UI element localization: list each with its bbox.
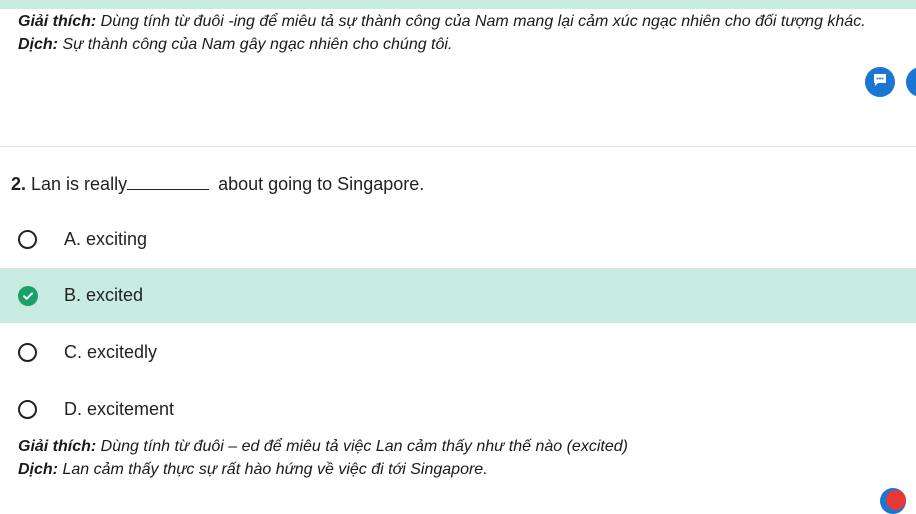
explanation-label: Giải thích: bbox=[18, 13, 97, 30]
chat-bubble-icon bbox=[872, 72, 888, 93]
option-label: B. excited bbox=[64, 285, 144, 305]
question-translation: Dịch: Lan cảm thấy thực sự rất hào hứng … bbox=[18, 461, 488, 479]
question-number: 2. bbox=[11, 174, 27, 194]
previous-explanation: Giải thích: Dùng tính từ đuôi -ing để mi… bbox=[18, 13, 866, 31]
translation-text: Lan cảm thấy thực sự rất hào hứng về việ… bbox=[58, 461, 488, 478]
explanation-text: Dùng tính từ đuôi – ed để miêu tả việc L… bbox=[96, 438, 628, 455]
side-action-button[interactable] bbox=[906, 67, 916, 97]
translation-label: Dịch: bbox=[18, 36, 58, 53]
question-text-before: Lan is really bbox=[26, 174, 128, 194]
answer-blank bbox=[127, 175, 210, 190]
check-icon[interactable] bbox=[18, 285, 38, 306]
radio-unchecked-icon[interactable] bbox=[18, 400, 37, 419]
question-text: 2. Lan is really about going to Singapor… bbox=[11, 174, 424, 195]
option-c[interactable]: C. excitedly bbox=[0, 325, 916, 380]
radio-unchecked-icon[interactable] bbox=[18, 343, 37, 362]
explanation-text: Dùng tính từ đuôi -ing để miêu tả sự thà… bbox=[96, 13, 866, 30]
question-explanation: Giải thích: Dùng tính từ đuôi – ed để mi… bbox=[18, 438, 628, 456]
question-text-after: about going to Singapore. bbox=[213, 174, 425, 194]
option-a[interactable]: A. exciting bbox=[0, 212, 916, 267]
chat-button[interactable] bbox=[865, 67, 895, 97]
explanation-label: Giải thích: bbox=[18, 438, 97, 455]
translation-text: Sự thành công của Nam gây ngạc nhiên cho… bbox=[58, 36, 453, 53]
top-highlight-strip bbox=[0, 0, 916, 9]
notification-badge bbox=[886, 490, 906, 510]
option-label: C. excitedly bbox=[64, 342, 158, 362]
option-d[interactable]: D. excitement bbox=[0, 382, 916, 437]
option-b[interactable]: B. excited bbox=[0, 268, 916, 323]
radio-unchecked-icon[interactable] bbox=[18, 230, 37, 249]
previous-translation: Dịch: Sự thành công của Nam gây ngạc nhi… bbox=[18, 36, 452, 54]
option-label: D. excitement bbox=[64, 399, 175, 419]
option-label: A. exciting bbox=[64, 229, 148, 249]
section-divider bbox=[0, 146, 916, 147]
translation-label: Dịch: bbox=[18, 461, 58, 478]
